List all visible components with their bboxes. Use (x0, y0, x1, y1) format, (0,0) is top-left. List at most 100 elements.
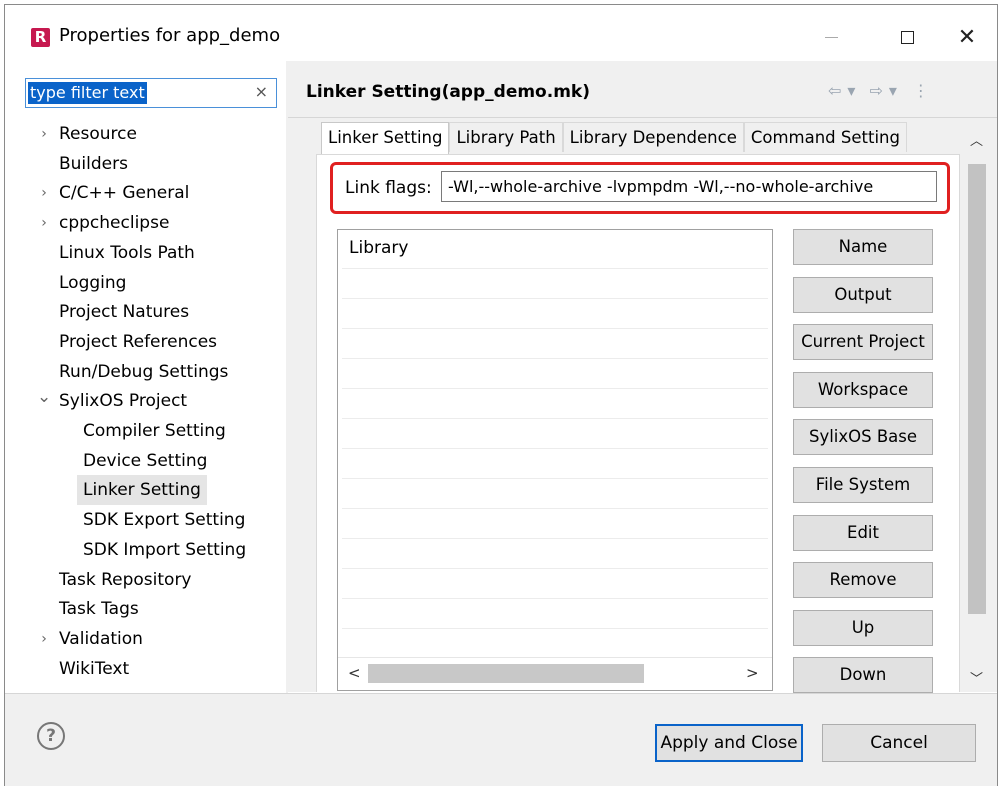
minimize-icon (824, 36, 838, 38)
tab-command-setting[interactable]: Command Setting (743, 122, 907, 152)
minimize-button[interactable] (809, 19, 853, 55)
tree-item[interactable]: › cppcheclipse (41, 208, 170, 238)
chevron-down-icon[interactable]: ⌄ (37, 382, 51, 412)
table-row (342, 448, 768, 449)
tree-item[interactable]: Device Setting (83, 446, 207, 476)
chevron-right-icon[interactable]: › (37, 624, 51, 654)
output-button[interactable]: Output (793, 276, 933, 313)
tree-item[interactable]: Project References (59, 327, 217, 357)
workspace-button[interactable]: Workspace (793, 371, 933, 408)
table-row (342, 598, 768, 599)
down-button[interactable]: Down (793, 657, 933, 694)
library-table[interactable]: Library < > (337, 229, 773, 691)
app-logo-icon: R (31, 28, 50, 47)
clear-filter-icon[interactable]: × (255, 82, 268, 101)
maximize-button[interactable] (885, 19, 929, 55)
tree-item[interactable]: Project Natures (59, 297, 189, 327)
tree-item[interactable]: WikiText (59, 654, 129, 684)
tree-item-label: Builders (59, 153, 128, 174)
tab-library-dependence[interactable]: Library Dependence (562, 122, 744, 152)
link-flags-label: Link flags: (345, 178, 432, 198)
table-row (342, 358, 768, 359)
tree-item-label: WikiText (59, 658, 130, 679)
tab-library-path[interactable]: Library Path (449, 122, 563, 152)
forward-arrow-icon[interactable]: ⇨ (869, 81, 882, 100)
tree-item-label: SDK Export Setting (83, 510, 246, 531)
scroll-left-icon[interactable]: < (348, 664, 361, 682)
tree-item[interactable]: Run/Debug Settings (59, 357, 228, 387)
table-row (342, 298, 768, 299)
sylixos-base-button[interactable]: SylixOS Base (793, 419, 933, 456)
view-menu-icon[interactable]: ⋮ (913, 81, 929, 100)
up-button[interactable]: Up (793, 609, 933, 646)
tree-item[interactable]: Linux Tools Path (59, 238, 195, 268)
link-flags-highlight: Link flags: -Wl,--whole-archive -lvpmpdm… (330, 162, 950, 214)
tree-item-label: SDK Import Setting (83, 539, 247, 560)
table-row (342, 628, 768, 629)
tree-item[interactable]: ⌄ SylixOS Project (37, 386, 188, 416)
tree-item-label: cppcheclipse (59, 213, 170, 234)
tree-item[interactable]: Task Repository (59, 565, 192, 595)
tree-item-label: Linux Tools Path (59, 242, 195, 263)
chevron-right-icon[interactable]: › (37, 208, 51, 238)
page-title: Linker Setting(app_demo.mk) (306, 82, 590, 102)
back-dropdown-icon[interactable]: ▾ (847, 81, 855, 100)
tree-item-label: Project Natures (59, 302, 190, 323)
cancel-button[interactable]: Cancel (822, 724, 976, 762)
close-button[interactable]: ✕ (945, 19, 989, 55)
tree-item[interactable]: Compiler Setting (83, 416, 226, 446)
linker-setting-panel: Link flags: -Wl,--whole-archive -lvpmpdm… (316, 154, 960, 694)
horizontal-scrollbar[interactable]: < > (338, 657, 772, 690)
properties-window: R Properties for app_demo ✕ type filter … (4, 4, 998, 786)
tree-item[interactable]: Builders (59, 149, 128, 179)
table-row (342, 538, 768, 539)
tree-item-label: Task Tags (59, 599, 139, 620)
table-row (342, 268, 768, 269)
tree-item-label: Resource (59, 124, 137, 144)
tree-item-label: Task Repository (59, 569, 192, 590)
horizontal-scroll-thumb[interactable] (368, 664, 644, 683)
remove-button[interactable]: Remove (793, 562, 933, 599)
scroll-right-icon[interactable]: > (746, 664, 759, 682)
scroll-up-icon[interactable]: ︿ (970, 130, 983, 149)
tree-item[interactable]: Linker Setting (77, 475, 207, 506)
tree-item-label: Compiler Setting (83, 421, 226, 441)
chevron-right-icon[interactable]: › (37, 178, 51, 208)
back-arrow-icon[interactable]: ⇦ (828, 81, 841, 100)
forward-dropdown-icon[interactable]: ▾ (889, 81, 897, 100)
page-body: Linker Setting Library Path Library Depend… (288, 118, 997, 694)
tree-item[interactable]: SDK Import Setting (83, 535, 246, 565)
chevron-right-icon[interactable]: › (37, 119, 51, 149)
tree-item-label: SylixOS Project (59, 391, 188, 412)
help-icon[interactable]: ? (37, 722, 65, 750)
left-pane: type filter text × › Resource Builders › C/C… (5, 61, 285, 691)
library-column-header: Library (349, 238, 409, 258)
tree-item-label: Linker Setting (83, 480, 201, 501)
vertical-scroll-thumb[interactable] (968, 164, 986, 614)
scroll-down-icon[interactable]: ﹀ (970, 668, 983, 687)
tree-item[interactable]: › Resource (41, 119, 137, 149)
edit-button[interactable]: Edit (793, 514, 933, 551)
tree-item[interactable]: SDK Export Setting (83, 505, 245, 535)
table-row (342, 388, 768, 389)
tree-item[interactable]: Task Tags (59, 594, 139, 624)
table-row (342, 508, 768, 509)
tree-item-label: Run/Debug Settings (59, 361, 229, 382)
current-project-button[interactable]: Current Project (793, 324, 933, 361)
tree-item-label: Device Setting (83, 450, 208, 471)
name-button[interactable]: Name (793, 229, 933, 265)
tab-linker-setting[interactable]: Linker Setting (321, 122, 450, 155)
tree-item-label: Logging (59, 272, 127, 293)
file-system-button[interactable]: File System (793, 467, 933, 503)
title-bar[interactable]: R Properties for app_demo ✕ (5, 5, 997, 61)
tree-item[interactable]: Logging (59, 268, 126, 298)
filter-input[interactable]: type filter text × (25, 78, 277, 108)
vertical-scrollbar[interactable]: ︿ ﹀ (964, 118, 990, 692)
filter-input-text: type filter text (28, 82, 147, 104)
table-row (342, 418, 768, 419)
tree-item[interactable]: › Validation (41, 624, 143, 654)
tree-item[interactable]: › C/C++ General (41, 178, 189, 208)
close-icon: ✕ (957, 24, 977, 50)
apply-and-close-button[interactable]: Apply and Close (655, 724, 803, 762)
link-flags-input[interactable]: -Wl,--whole-archive -lvpmpdm -Wl,--no-wh… (441, 171, 937, 202)
